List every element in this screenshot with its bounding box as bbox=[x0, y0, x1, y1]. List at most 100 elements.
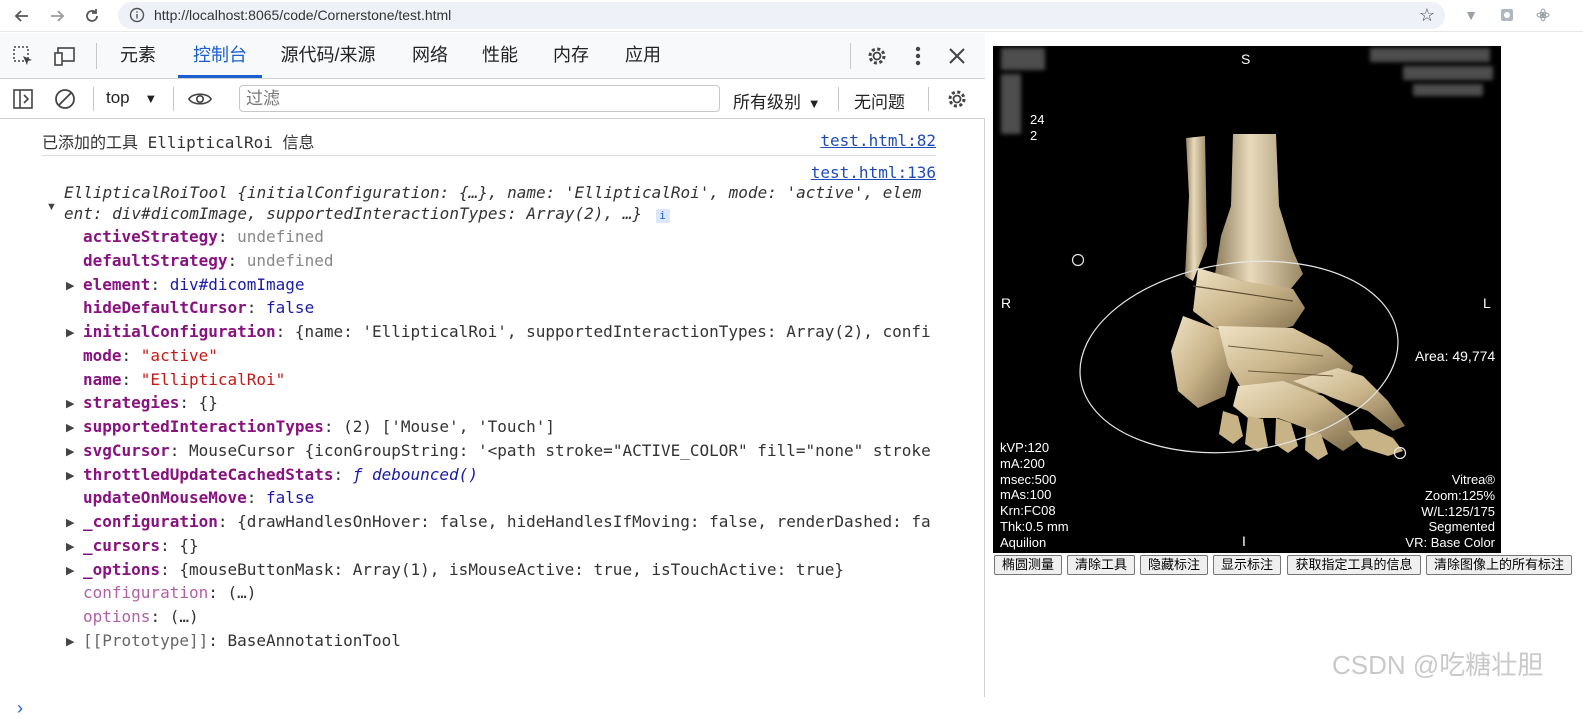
tab-sources[interactable]: 源代码/来源 bbox=[272, 33, 384, 78]
clear-console-icon[interactable] bbox=[53, 87, 77, 111]
overlay-info-left: Thk:0.5 mm bbox=[1000, 519, 1069, 534]
extension-icon-2[interactable] bbox=[1499, 7, 1515, 23]
dropdown-arrow-icon: ▼ bbox=[144, 91, 158, 106]
overlay-info-left: Krn:FC08 bbox=[1000, 503, 1056, 519]
dropdown-arrow-icon: ▼ bbox=[807, 96, 821, 111]
extension-icon[interactable]: ▼ bbox=[1463, 7, 1479, 23]
object-property-row[interactable]: defaultStrategy: undefined bbox=[83, 251, 945, 270]
context-select[interactable]: top ▼ bbox=[106, 88, 157, 108]
property-key: [[Prototype]] bbox=[83, 630, 209, 650]
clear-all-annotations-button[interactable]: 清除图像上的所有标注 bbox=[1426, 555, 1572, 575]
sidebar-toggle-icon[interactable] bbox=[11, 87, 35, 111]
overlay-info-left: mA:200 bbox=[1000, 455, 1045, 471]
expand-triangle-icon[interactable]: ▶ bbox=[66, 445, 76, 458]
property-key: svgCursor bbox=[83, 440, 170, 460]
csdn-watermark: CSDN @吃糖壮胆 bbox=[1332, 650, 1544, 680]
object-property-row[interactable]: supportedInteractionTypes: (2) ['Mouse',… bbox=[83, 417, 945, 436]
object-property-row[interactable]: initialConfiguration: {name: 'Elliptical… bbox=[83, 322, 945, 341]
info-badge[interactable]: i bbox=[655, 209, 670, 223]
object-property-row[interactable]: updateOnMouseMove: false bbox=[83, 488, 945, 507]
console-settings-gear-icon[interactable] bbox=[945, 87, 969, 111]
object-property-row[interactable]: svgCursor: MouseCursor {iconGroupString:… bbox=[83, 441, 945, 460]
overlay-info-right: W/L:125/175 bbox=[1421, 503, 1495, 519]
object-property-row[interactable]: mode: "active" bbox=[83, 346, 945, 365]
overlay-info-left: kVP:120 bbox=[1000, 440, 1050, 455]
object-property-row[interactable]: hideDefaultCursor: false bbox=[83, 298, 945, 317]
object-property-row[interactable]: _options: {mouseButtonMask: Array(1), is… bbox=[83, 560, 945, 579]
object-summary-line1[interactable]: EllipticalRoiTool {initialConfiguration:… bbox=[64, 183, 921, 202]
property-value: undefined bbox=[237, 227, 324, 246]
site-info-icon[interactable] bbox=[128, 6, 146, 24]
inspect-element-icon[interactable] bbox=[11, 44, 35, 68]
expand-triangle-icon[interactable]: ▶ bbox=[66, 421, 76, 434]
tab-application[interactable]: 应用 bbox=[614, 33, 672, 78]
object-property-row[interactable]: configuration: (…) bbox=[83, 583, 945, 602]
property-value: {} bbox=[179, 535, 199, 555]
clear-tool-button[interactable]: 清除工具 bbox=[1067, 555, 1135, 575]
source-link[interactable]: test.html:136 bbox=[811, 163, 936, 182]
bookmark-star-icon[interactable]: ☆ bbox=[1419, 5, 1435, 26]
filter-input[interactable] bbox=[239, 85, 720, 112]
expand-triangle-icon[interactable]: ▶ bbox=[66, 397, 76, 410]
device-toolbar-icon[interactable] bbox=[53, 44, 77, 68]
property-value: {mouseButtonMask: Array(1), isMouseActiv… bbox=[179, 559, 844, 579]
object-property-row[interactable]: element: div#dicomImage bbox=[83, 275, 945, 294]
property-value: {name: 'EllipticalRoi', supportedInterac… bbox=[294, 322, 931, 341]
object-property-row[interactable]: activeStrategy: undefined bbox=[83, 227, 945, 246]
tab-console[interactable]: 控制台 bbox=[178, 33, 262, 78]
address-bar[interactable]: http://localhost:8065/code/Cornerstone/t… bbox=[118, 2, 1445, 29]
extension-icon-3[interactable] bbox=[1535, 7, 1551, 23]
console-message: 已添加的工具 EllipticalRoi 信息 bbox=[42, 120, 936, 156]
expand-triangle-icon[interactable]: ▶ bbox=[66, 635, 76, 648]
ellipse-measure-button[interactable]: 椭圆测量 bbox=[994, 555, 1062, 575]
tab-network[interactable]: 网络 bbox=[400, 33, 460, 78]
get-tool-info-button[interactable]: 获取指定工具的信息 bbox=[1287, 555, 1421, 575]
property-key: mode bbox=[83, 345, 122, 365]
back-arrow-icon[interactable] bbox=[10, 4, 34, 28]
log-levels-dropdown[interactable]: 所有级别 ▼ bbox=[733, 88, 821, 113]
more-options-icon[interactable] bbox=[906, 44, 930, 68]
property-value: (…) bbox=[227, 583, 257, 603]
tab-memory[interactable]: 内存 bbox=[543, 33, 599, 78]
close-icon[interactable] bbox=[945, 44, 969, 68]
object-property-row[interactable]: _cursors: {} bbox=[83, 536, 945, 555]
expand-triangle-icon[interactable]: ▶ bbox=[66, 469, 76, 482]
tab-elements[interactable]: 元素 bbox=[108, 33, 168, 78]
browser-toolbar: http://localhost:8065/code/Cornerstone/t… bbox=[0, 0, 1583, 32]
console-output: 已添加的工具 EllipticalRoi 信息 test.html:82 tes… bbox=[0, 120, 985, 718]
devtools-tab-bar: 元素 控制台 源代码/来源 网络 性能 内存 应用 bbox=[0, 33, 985, 79]
hide-annotations-button[interactable]: 隐藏标注 bbox=[1140, 555, 1208, 575]
context-value: top bbox=[106, 88, 130, 107]
tab-performance[interactable]: 性能 bbox=[472, 33, 528, 78]
object-summary-line2-text: ent: div#dicomImage, supportedInteractio… bbox=[64, 204, 642, 223]
object-property-row[interactable]: strategies: {} bbox=[83, 393, 945, 412]
console-toolbar: top ▼ 所有级别 ▼ 无问题 bbox=[0, 79, 985, 119]
issues-button[interactable]: 无问题 bbox=[854, 88, 905, 113]
property-key: _configuration bbox=[83, 512, 218, 531]
expand-triangle-icon[interactable]: ▶ bbox=[66, 540, 76, 553]
object-property-row[interactable]: options: (…) bbox=[83, 607, 945, 626]
url-text[interactable]: http://localhost:8065/code/Cornerstone/t… bbox=[154, 7, 451, 23]
object-property-row[interactable]: name: "EllipticalRoi" bbox=[83, 370, 945, 389]
expand-triangle-icon[interactable]: ▶ bbox=[66, 279, 76, 292]
property-value: (…) bbox=[169, 607, 199, 626]
live-expression-eye-icon[interactable] bbox=[188, 87, 212, 111]
object-property-row[interactable]: [[Prototype]]: BaseAnnotationTool bbox=[83, 631, 945, 650]
source-link[interactable]: test.html:82 bbox=[820, 131, 936, 150]
settings-gear-icon[interactable] bbox=[865, 44, 889, 68]
show-annotations-button[interactable]: 显示标注 bbox=[1213, 555, 1281, 575]
object-summary-line2[interactable]: ent: div#dicomImage, supportedInteractio… bbox=[64, 204, 670, 223]
expand-triangle-icon[interactable]: ▶ bbox=[66, 326, 76, 339]
reload-icon[interactable] bbox=[80, 4, 104, 28]
forward-arrow-icon[interactable] bbox=[45, 4, 69, 28]
console-prompt[interactable]: › bbox=[17, 698, 23, 719]
expand-triangle-icon[interactable]: ▶ bbox=[66, 564, 76, 577]
overlay-info-right: Vitrea® bbox=[1451, 472, 1495, 487]
property-value: (2) ['Mouse', 'Touch'] bbox=[343, 417, 556, 436]
dicom-viewport[interactable]: 24 2 S R L I Area: 49,774 kVP:120 mA:200… bbox=[993, 46, 1501, 553]
expand-triangle-icon[interactable]: ▶ bbox=[66, 516, 76, 529]
object-property-row[interactable]: _configuration: {drawHandlesOnHover: fal… bbox=[83, 512, 945, 531]
expand-triangle-icon[interactable]: ▼ bbox=[46, 201, 57, 213]
object-property-row[interactable]: throttledUpdateCachedStats: ƒ debounced(… bbox=[83, 465, 945, 484]
overlay-info-left: msec:500 bbox=[1000, 471, 1057, 487]
